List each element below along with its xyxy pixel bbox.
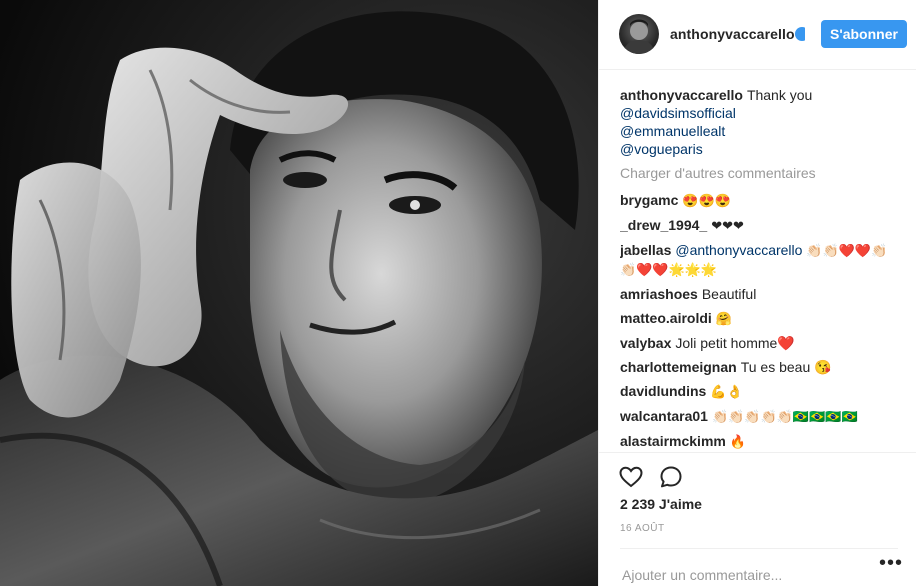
comment-item: jabellas @anthonyvaccarello 👏🏻👏🏻❤️❤️👏🏻👏🏻❤… [620, 241, 900, 279]
heart-outline-icon[interactable] [619, 465, 643, 489]
comment-item: brygamc 😍😍😍 [620, 191, 900, 210]
comment-username[interactable]: amriashoes [620, 286, 698, 302]
comment-item: _drew_1994_ ❤❤❤ [620, 216, 900, 235]
header-username[interactable]: anthonyvaccarello [670, 26, 795, 42]
post-panel: anthonyvaccarello S'abonner anthonyvacca… [598, 0, 916, 588]
comment-item: davidlundins 💪👌 [620, 382, 900, 401]
comment-item: valybax Joli petit homme❤️ [620, 334, 900, 352]
comment-username[interactable]: _drew_1994_ [620, 217, 707, 233]
more-options-icon[interactable]: ••• [879, 552, 903, 575]
comment-item: charlottemeignan Tu es beau 😘 [620, 358, 900, 376]
comments-list[interactable]: anthonyvaccarello Thank you @davidsimsoff… [620, 86, 900, 452]
comment-text: 🤗 [715, 311, 732, 326]
comment-username[interactable]: brygamc [620, 192, 678, 208]
comment-text: 😍😍😍 [682, 193, 731, 208]
portrait-image [0, 0, 598, 586]
comment-username[interactable]: jabellas [620, 242, 671, 258]
avatar[interactable] [619, 14, 659, 54]
comment-username[interactable]: alastairmckimm [620, 433, 726, 449]
comment-item: alastairmckimm 🔥 [620, 432, 900, 451]
comment-text: Beautiful [701, 286, 757, 302]
verified-badge-icon [795, 27, 805, 41]
comment-username[interactable]: davidlundins [620, 383, 706, 399]
caption-text: Thank you [746, 87, 813, 103]
comment-item: matteo.airoldi 🤗 [620, 309, 900, 328]
comment-text: 👏🏻👏🏻👏🏻👏🏻👏🏻🇧🇷🇧🇷🇧🇷🇧🇷 [711, 409, 858, 424]
follow-button[interactable]: S'abonner [821, 20, 907, 48]
caption-mention[interactable]: @emmanuellealt [620, 122, 900, 140]
comment-bubble-icon[interactable] [659, 465, 683, 489]
post-date[interactable]: 16 AOÛT [620, 523, 665, 534]
comment-text: Tu es beau 😘 [740, 359, 832, 375]
comment-username[interactable]: matteo.airoldi [620, 310, 712, 326]
comment-username[interactable]: walcantara01 [620, 408, 708, 424]
post-actions: 2 239 J'aime 16 AOÛT ••• [599, 452, 916, 588]
comment-item: amriashoes Beautiful [620, 285, 900, 303]
add-comment-input[interactable] [620, 548, 898, 588]
comment-item: walcantara01 👏🏻👏🏻👏🏻👏🏻👏🏻🇧🇷🇧🇷🇧🇷🇧🇷 [620, 407, 900, 426]
post-header: anthonyvaccarello S'abonner [599, 0, 916, 70]
caption-mention[interactable]: @vogueparis [620, 140, 900, 158]
caption: anthonyvaccarello Thank you @davidsimsoff… [620, 86, 900, 158]
caption-username[interactable]: anthonyvaccarello [620, 87, 743, 103]
comment-text: 🔥 [729, 434, 747, 449]
caption-mention[interactable]: @davidsimsofficial [620, 104, 900, 122]
comment-text: ❤❤❤ [711, 218, 744, 233]
comment-text: Joli petit homme❤️ [675, 335, 795, 351]
comment-username[interactable]: charlottemeignan [620, 359, 737, 375]
post-photo[interactable] [0, 0, 598, 586]
comment-mention[interactable]: @anthonyvaccarello [675, 242, 802, 258]
avatar-image [623, 19, 655, 54]
likes-count[interactable]: 2 239 J'aime [620, 496, 702, 512]
comment-text: 💪👌 [710, 384, 743, 399]
load-more-comments-link[interactable]: Charger d'autres commentaires [620, 164, 900, 182]
comment-username[interactable]: valybax [620, 335, 671, 351]
